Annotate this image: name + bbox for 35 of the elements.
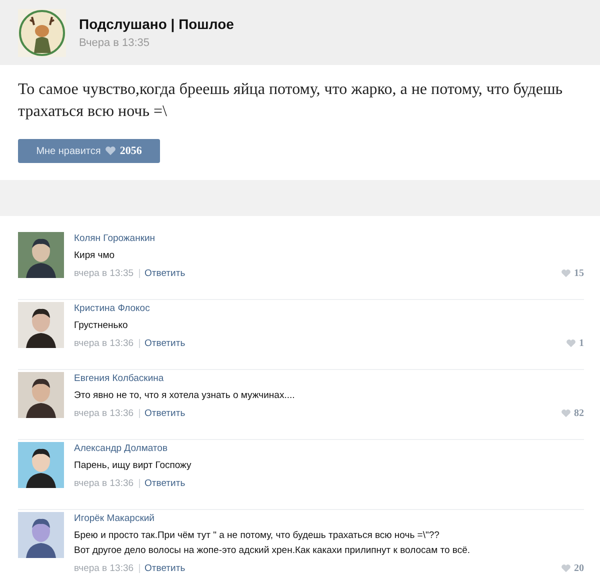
author-name[interactable]: Евгения Колбаскина xyxy=(74,373,584,384)
like-count: 20 xyxy=(574,563,584,574)
comment-text: Грустненько xyxy=(74,320,129,331)
author-name[interactable]: Кристина Флокос xyxy=(74,303,584,314)
comment-time: вчера в 13:36 xyxy=(74,409,140,418)
comment-time: вчера в 13:35 xyxy=(74,269,140,278)
comment-text: Парень, ищу вирт Госпожу xyxy=(74,460,192,471)
deer-logo-icon xyxy=(18,8,66,56)
like-count: 82 xyxy=(574,408,584,419)
like-count: 15 xyxy=(574,268,584,279)
heart-icon[interactable] xyxy=(566,339,576,348)
like-count: 1 xyxy=(579,338,584,349)
comment-text: Брею и просто так.При чём тут " а не потому, что будешь трахаться всю ночь =\"?? xyxy=(74,530,440,541)
reply-link[interactable]: Ответить xyxy=(144,408,186,419)
post-time: Вчера в 13:35 xyxy=(79,37,151,49)
comment-time: вчера в 13:36 xyxy=(74,479,140,488)
comment-text: Киря чмо xyxy=(74,250,116,261)
reply-link[interactable]: Ответить xyxy=(144,478,186,489)
reply-link[interactable]: Ответить xyxy=(144,563,186,574)
comment-text: Это явно не то, что я хотела узнать о мужчинах.... xyxy=(74,390,296,401)
reply-link[interactable]: Ответить xyxy=(144,268,186,279)
like-button[interactable]: Мне нравится 2056 xyxy=(18,139,160,163)
author-name[interactable]: Колян Горожанкин xyxy=(74,233,584,244)
author-name[interactable]: Александр Долматов xyxy=(74,443,584,454)
heart-icon xyxy=(104,146,116,156)
comment-time: вчера в 13:36 xyxy=(74,339,140,348)
heart-icon[interactable] xyxy=(561,269,571,278)
group-name[interactable]: Подслушано | Пошлое xyxy=(79,16,234,32)
heart-icon[interactable] xyxy=(561,409,571,418)
heart-icon[interactable] xyxy=(561,564,571,573)
author-name[interactable]: Игорёк Макарский xyxy=(74,513,584,524)
reply-link[interactable]: Ответить xyxy=(144,338,186,349)
comment-time: вчера в 13:36 xyxy=(74,564,140,573)
comment-text: Вот другое дело волосы на жопе-это адский хрен.Как какахи прилипнут к волосам то всё. xyxy=(74,545,472,556)
post-text: То самое чувство,когда бреешь яйца потому, что жарко, а не потому, что будешь трахаться всю ночь =\ xyxy=(18,80,564,122)
